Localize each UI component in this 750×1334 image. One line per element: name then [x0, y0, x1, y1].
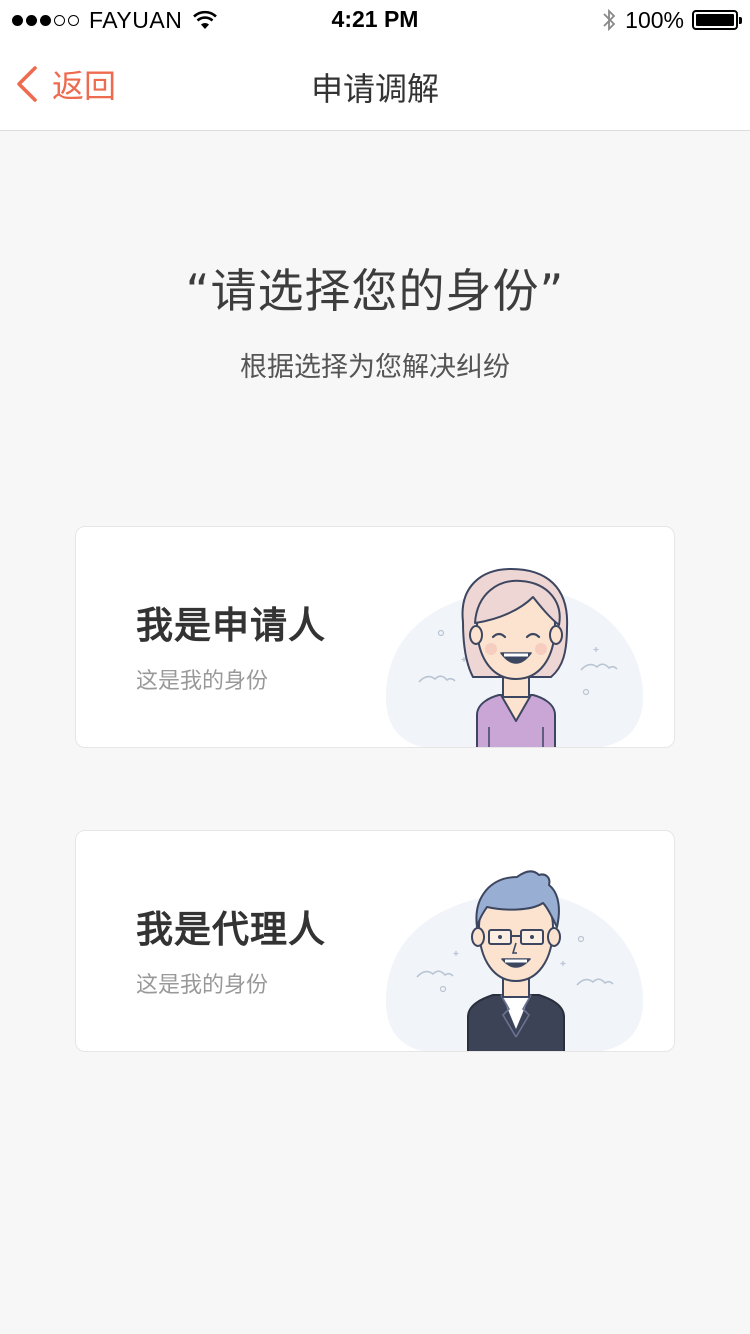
option-subtitle: 这是我的身份: [136, 973, 269, 998]
applicant-woman-avatar-icon: [386, 567, 643, 747]
identity-heading: “请选择您的身份”: [185, 264, 565, 318]
option-subtitle: 这是我的身份: [136, 669, 269, 694]
navigation-bar: 返回 申请调解: [0, 40, 750, 131]
option-title: 我是代理人: [136, 908, 326, 951]
option-title: 我是申请人: [136, 604, 326, 647]
status-right: 100%: [601, 6, 742, 34]
bluetooth-icon: [603, 8, 616, 32]
agent-option-card[interactable]: 我是代理人 这是我的身份: [75, 830, 675, 1052]
applicant-option-card[interactable]: 我是申请人 这是我的身份: [75, 526, 675, 748]
status-bar: FAYUAN 4:21 PM 100%: [0, 0, 750, 40]
battery-percent: 100%: [625, 6, 684, 33]
identity-subheading: 根据选择为您解决纠纷: [240, 352, 510, 383]
agent-man-avatar-icon: [386, 870, 643, 1051]
page-title: 申请调解: [310, 70, 439, 108]
battery-icon: [692, 10, 742, 30]
